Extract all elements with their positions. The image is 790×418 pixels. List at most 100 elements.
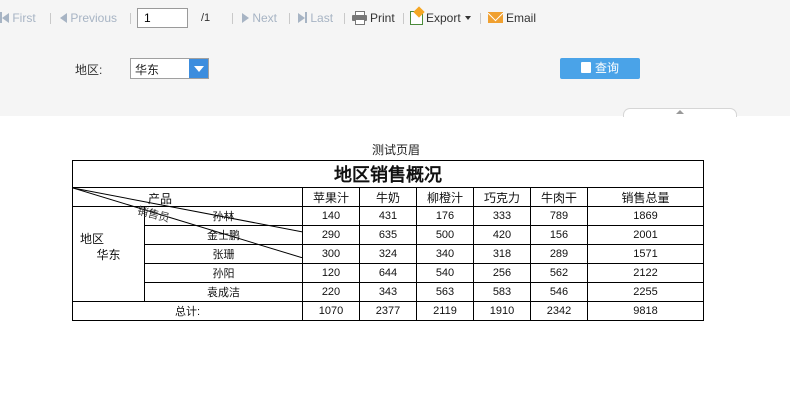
totals-row: 总计: 1070 2377 2119 1910 2342 9818: [72, 301, 704, 321]
row-total-cell: 1869: [587, 206, 704, 226]
chevron-down-icon[interactable]: [189, 59, 208, 78]
value-cell: 431: [359, 206, 417, 226]
value-cell: 333: [473, 206, 531, 226]
print-icon: [352, 11, 367, 25]
total-cell: 2342: [530, 301, 588, 321]
salesperson-cell: 孙阳: [144, 263, 303, 283]
value-cell: 500: [416, 225, 474, 245]
last-icon: [305, 12, 307, 23]
last-page-button[interactable]: Last: [298, 5, 333, 31]
table-row: 袁成洁 220 343 563 583 546 2255: [73, 282, 704, 302]
toolbar-divider: [480, 13, 481, 24]
email-icon: [488, 12, 503, 23]
toolbar-divider: [232, 13, 233, 24]
total-label: 总计:: [72, 301, 303, 321]
next-label: Next: [252, 11, 278, 25]
print-label: Print: [370, 11, 395, 25]
diagonal-lines: [73, 188, 303, 258]
toolbar-divider: [130, 13, 131, 24]
first-arrow-icon: [2, 13, 9, 23]
grand-total-cell: 9818: [587, 301, 704, 321]
last-label: Last: [310, 11, 334, 25]
salesperson-cell: 袁成洁: [144, 282, 303, 302]
page-number-input[interactable]: [137, 8, 188, 28]
header-row: 产品 销售员 地区 苹果汁 牛奶 柳橙汁 巧克力 牛肉干 销售总量: [72, 187, 704, 258]
value-cell: 546: [530, 282, 588, 302]
value-cell: 563: [416, 282, 474, 302]
row-total-cell: 1571: [587, 244, 704, 264]
column-header: 巧克力: [473, 187, 531, 207]
value-cell: 300: [302, 244, 360, 264]
export-label: Export: [426, 11, 461, 25]
previous-page-button[interactable]: Previous: [60, 5, 117, 31]
total-cell: 1910: [473, 301, 531, 321]
value-cell: 140: [302, 206, 360, 226]
next-icon: [242, 13, 249, 23]
toolbar-divider: [50, 13, 51, 24]
query-icon: [580, 62, 591, 73]
report-page-header: 测试页眉: [372, 143, 421, 157]
report-toolbar: First Previous /1 Next Last Print Export: [0, 5, 790, 33]
first-page-button[interactable]: First: [0, 5, 36, 31]
query-button-label: 查询: [594, 61, 619, 75]
column-header: 柳橙汁: [416, 187, 474, 207]
column-header: 销售总量: [587, 187, 704, 207]
column-header: 牛奶: [359, 187, 417, 207]
value-cell: 583: [473, 282, 531, 302]
export-button[interactable]: Export: [410, 5, 471, 31]
sales-report: 地区销售概况 产品 销售员 地区 苹果汁 牛奶 柳橙汁 巧克力 牛肉干 销售总量…: [72, 160, 704, 384]
value-cell: 420: [473, 225, 531, 245]
row-total-cell: 2255: [587, 282, 704, 302]
value-cell: 644: [359, 263, 417, 283]
value-cell: 176: [416, 206, 474, 226]
region-select-value: 华东: [135, 63, 160, 77]
first-label: First: [12, 11, 36, 25]
last-arrow-icon: [298, 13, 305, 23]
value-cell: 156: [530, 225, 588, 245]
row-total-cell: 2122: [587, 263, 704, 283]
email-button[interactable]: Email: [488, 5, 536, 31]
report-title: 地区销售概况: [72, 160, 704, 188]
total-cell: 2119: [416, 301, 474, 321]
table-row: 孙阳 120 644 540 256 562 2122: [73, 263, 704, 283]
column-header: 牛肉干: [530, 187, 588, 207]
next-page-button[interactable]: Next: [242, 5, 277, 31]
previous-icon: [60, 13, 67, 23]
region-select[interactable]: 华东: [130, 58, 209, 79]
value-cell: 540: [416, 263, 474, 283]
toolbar-divider: [344, 13, 345, 24]
value-cell: 256: [473, 263, 531, 283]
value-cell: 289: [530, 244, 588, 264]
corner-header: 产品 销售员 地区: [72, 187, 303, 258]
previous-label: Previous: [70, 11, 118, 25]
total-cell: 2377: [359, 301, 417, 321]
value-cell: 324: [359, 244, 417, 264]
value-cell: 789: [530, 206, 588, 226]
region-filter-label: 地区:: [75, 63, 103, 77]
value-cell: 343: [359, 282, 417, 302]
total-cell: 1070: [302, 301, 360, 321]
collapse-up-icon: [676, 110, 684, 114]
toolbar-divider: [289, 13, 290, 24]
page-total: /1: [201, 12, 211, 24]
value-cell: 318: [473, 244, 531, 264]
toolbar-area: First Previous /1 Next Last Print Export: [0, 0, 790, 117]
corner-region-label: 地区: [80, 232, 105, 246]
email-label: Email: [506, 11, 537, 25]
collapse-panel-handle[interactable]: [623, 108, 737, 117]
export-icon: [410, 11, 423, 25]
value-cell: 562: [530, 263, 588, 283]
print-button[interactable]: Print: [352, 5, 395, 31]
column-header: 苹果汁: [302, 187, 360, 207]
toolbar-divider: [403, 13, 404, 24]
report-table: 地区销售概况 产品 销售员 地区 苹果汁 牛奶 柳橙汁 巧克力 牛肉干 销售总量…: [72, 160, 704, 321]
value-cell: 220: [302, 282, 360, 302]
value-cell: 340: [416, 244, 474, 264]
value-cell: 290: [302, 225, 360, 245]
report-title-row: 地区销售概况: [72, 160, 704, 188]
row-total-cell: 2001: [587, 225, 704, 245]
query-button[interactable]: 查询: [560, 58, 640, 79]
dropdown-caret-icon: [464, 16, 471, 20]
value-cell: 120: [302, 263, 360, 283]
value-cell: 635: [359, 225, 417, 245]
